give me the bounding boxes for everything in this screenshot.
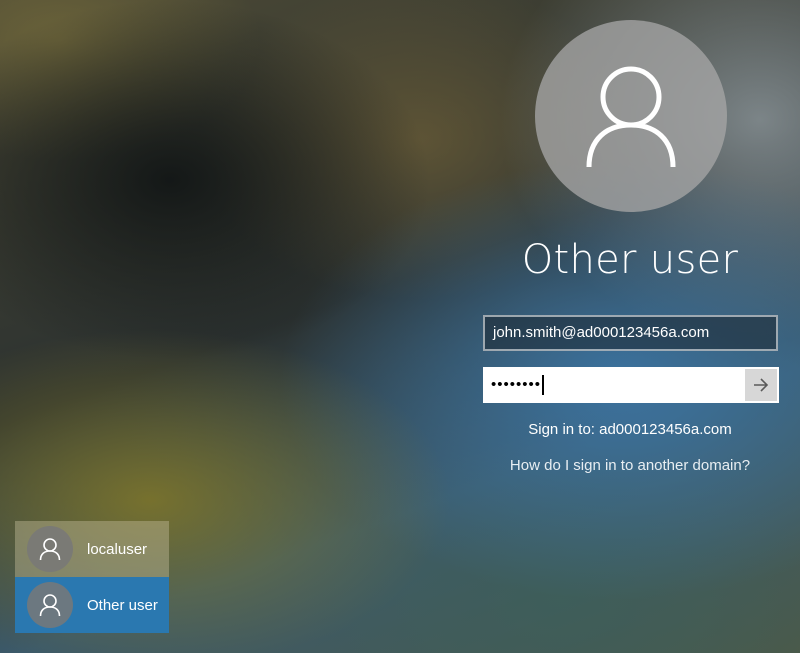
other-domain-link[interactable]: How do I sign in to another domain? [470,456,790,476]
password-input-group: •••••••• [483,367,779,403]
password-dots: •••••••• [491,376,542,393]
user-icon [39,594,61,617]
submit-button[interactable] [745,369,777,401]
user-switcher-list: localuser Other user [15,521,169,633]
arrow-right-icon [754,378,769,392]
user-tile-label: Other user [87,596,158,614]
user-icon [586,66,676,168]
user-tile-avatar [27,526,73,572]
sign-in-domain-text: Sign in to: ad000123456a.com [528,421,732,438]
user-icon [39,538,61,561]
user-tile-other-user[interactable]: Other user [15,577,169,633]
username-field[interactable]: john.smith@ad000123456a.com [483,315,778,351]
current-user-name: Other user [521,237,739,283]
password-field[interactable]: •••••••• [485,369,745,401]
user-tile-avatar [27,582,73,628]
user-tile-label: localuser [87,540,148,558]
text-caret [542,375,545,395]
current-user-avatar [535,20,727,212]
user-tile-localuser[interactable]: localuser [15,521,169,577]
